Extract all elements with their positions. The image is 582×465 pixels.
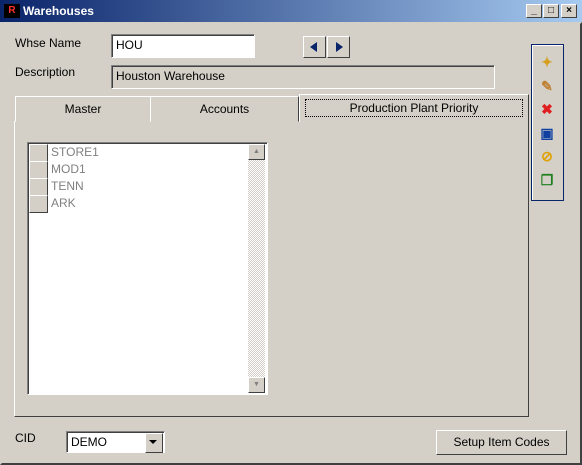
previous-record-button[interactable] xyxy=(303,36,326,58)
new-icon: ✦ xyxy=(541,54,553,70)
save-button[interactable]: ▣ xyxy=(535,122,559,144)
tab-production-plant-priority[interactable]: Production Plant Priority xyxy=(299,94,529,122)
minimize-button[interactable]: _ xyxy=(526,4,542,18)
tab-production-plant-priority-label: Production Plant Priority xyxy=(304,99,524,117)
copy-icon: ❐ xyxy=(540,171,554,188)
priority-listbox[interactable]: STORE1 MOD1 TENN ARK xyxy=(27,142,268,395)
list-item[interactable]: TENN xyxy=(29,178,249,196)
scroll-up-button[interactable]: ▲ xyxy=(248,144,265,160)
edit-button[interactable]: ✎ xyxy=(535,75,559,97)
close-button[interactable]: × xyxy=(561,4,577,18)
save-icon: ▣ xyxy=(540,124,554,141)
tab-master[interactable]: Master xyxy=(15,96,151,122)
cancel-button[interactable]: ⊘ xyxy=(535,145,559,167)
description-label: Description xyxy=(15,65,76,79)
item-checkbox[interactable] xyxy=(29,195,48,213)
item-label: TENN xyxy=(51,179,84,193)
left-arrow-icon xyxy=(310,42,317,52)
whse-name-label: Whse Name xyxy=(15,36,82,50)
cancel-icon: ⊘ xyxy=(541,148,553,164)
app-icon: R xyxy=(4,4,20,18)
whse-name-field[interactable]: HOU xyxy=(111,34,255,58)
vertical-scrollbar[interactable] xyxy=(248,144,265,393)
list-item[interactable]: STORE1 xyxy=(29,144,249,162)
description-field[interactable]: Houston Warehouse xyxy=(111,65,495,89)
window-title: Warehouses xyxy=(23,4,94,18)
chevron-down-icon[interactable] xyxy=(145,433,163,453)
delete-icon: ✖ xyxy=(541,101,553,117)
scroll-down-button[interactable]: ▼ xyxy=(248,377,265,393)
delete-button[interactable]: ✖ xyxy=(535,98,559,120)
tab-accounts[interactable]: Accounts xyxy=(150,96,299,122)
item-label: STORE1 xyxy=(51,145,99,159)
cid-dropdown[interactable]: DEMO xyxy=(66,431,165,453)
setup-item-codes-button[interactable]: Setup Item Codes xyxy=(436,430,567,455)
item-label: ARK xyxy=(51,196,76,210)
list-item[interactable]: ARK xyxy=(29,195,249,213)
cid-label: CID xyxy=(15,431,36,445)
edit-icon: ✎ xyxy=(541,77,553,94)
next-record-button[interactable] xyxy=(327,36,350,58)
cid-value: DEMO xyxy=(71,435,107,449)
item-label: MOD1 xyxy=(51,162,86,176)
right-arrow-icon xyxy=(336,42,343,52)
copy-button[interactable]: ❐ xyxy=(535,169,559,191)
new-button[interactable]: ✦ xyxy=(535,51,559,73)
list-item[interactable]: MOD1 xyxy=(29,161,249,179)
item-checkbox[interactable] xyxy=(29,144,48,162)
item-checkbox[interactable] xyxy=(29,178,48,196)
item-checkbox[interactable] xyxy=(29,161,48,179)
maximize-button[interactable]: □ xyxy=(543,4,559,18)
